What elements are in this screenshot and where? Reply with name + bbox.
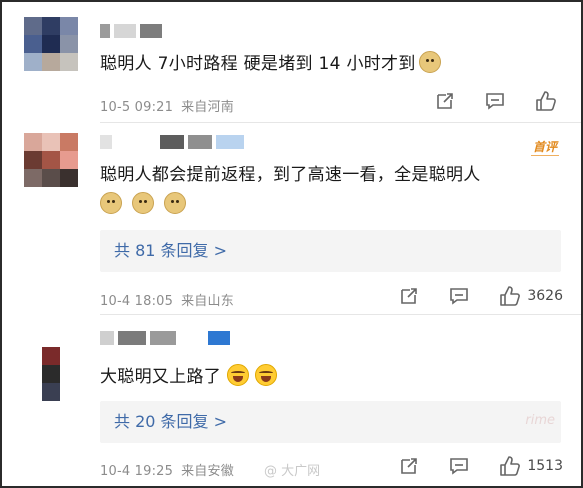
share-icon: [401, 458, 418, 474]
share-button[interactable]: [399, 286, 419, 306]
username-blurred[interactable]: [100, 135, 244, 149]
comment-list: 聪明人 7小时路程 硬是堵到 14 小时才到 10-5 09:21 来自河南 首…: [0, 0, 583, 488]
timestamp: 10-5 09:21: [100, 100, 174, 115]
location: 来自安徽: [181, 464, 234, 479]
laughing-emoji-icon: [227, 364, 250, 386]
timestamp: 10-4 18:05: [100, 294, 174, 309]
like-button[interactable]: 3626: [499, 285, 563, 307]
comment-button[interactable]: [485, 91, 505, 111]
doge-emoji-icon: [418, 51, 441, 73]
comment-text: 聪明人 7小时路程 硬是堵到 14 小时才到: [100, 50, 561, 78]
avatar[interactable]: [24, 133, 78, 187]
doge-emoji-icon: [164, 192, 186, 214]
doge-emoji-icon: [100, 192, 122, 214]
comment-icon: [450, 288, 469, 305]
location: 来自河南: [181, 100, 234, 115]
comment-text-content: 聪明人 7小时路程 硬是堵到 14 小时才到: [100, 54, 416, 74]
comment-button[interactable]: [449, 456, 469, 476]
watermark-corner: rime: [525, 413, 555, 428]
timestamp: 10-4 19:25: [100, 464, 174, 479]
doge-emoji-icon: [132, 192, 154, 214]
thumbs-up-icon: [500, 456, 521, 476]
view-replies-button[interactable]: 共 20 条回复 >: [100, 401, 561, 443]
comment-actions: 1513: [369, 455, 563, 477]
comment-text: 大聪明又上路了: [100, 363, 561, 391]
comment-text-content: 大聪明又上路了: [100, 367, 222, 387]
watermark: @ 大广网: [264, 464, 321, 479]
comment-icon: [486, 93, 504, 110]
comment-item: 首评 聪明人都会提前返程，到了高速一看，全是聪明人 共 81 条回复 > 10-…: [2, 123, 581, 315]
like-count: 1513: [527, 458, 563, 474]
laughing-emoji-icon: [255, 364, 278, 386]
share-button[interactable]: [435, 91, 455, 111]
view-replies-button[interactable]: 共 81 条回复 >: [100, 230, 561, 272]
thumbs-up-icon: [536, 91, 556, 111]
comment-actions: 3626: [369, 285, 563, 307]
thumbs-up-icon: [500, 286, 521, 306]
share-icon: [401, 288, 418, 304]
comment-item: 聪明人 7小时路程 硬是堵到 14 小时才到 10-5 09:21 来自河南: [2, 2, 581, 123]
comment-meta: 10-5 09:21 来自河南: [100, 96, 234, 115]
share-icon: [437, 93, 453, 109]
comment-actions: [405, 90, 563, 112]
like-button[interactable]: [535, 90, 563, 112]
comment-text-content: 聪明人都会提前返程，到了高速一看，全是聪明人: [100, 165, 481, 185]
username-blurred[interactable]: [100, 24, 162, 38]
username-blurred[interactable]: [100, 331, 230, 345]
comment-meta: 10-4 18:05 来自山东: [100, 290, 234, 309]
comment-button[interactable]: [449, 286, 469, 306]
comment-text: 聪明人都会提前返程，到了高速一看，全是聪明人: [100, 161, 561, 219]
share-button[interactable]: [399, 456, 419, 476]
like-count: 3626: [527, 288, 563, 304]
avatar[interactable]: [24, 347, 78, 401]
comment-meta: 10-4 19:25 来自安徽: [100, 460, 234, 479]
comment-icon: [450, 458, 469, 475]
comment-item: 大聪明又上路了 共 20 条回复 > rime 10-4 19:25 来自安徽 @…: [2, 315, 581, 486]
location: 来自山东: [181, 294, 234, 309]
avatar[interactable]: [24, 17, 78, 71]
first-comment-badge: 首评: [530, 140, 559, 156]
like-button[interactable]: 1513: [499, 455, 563, 477]
